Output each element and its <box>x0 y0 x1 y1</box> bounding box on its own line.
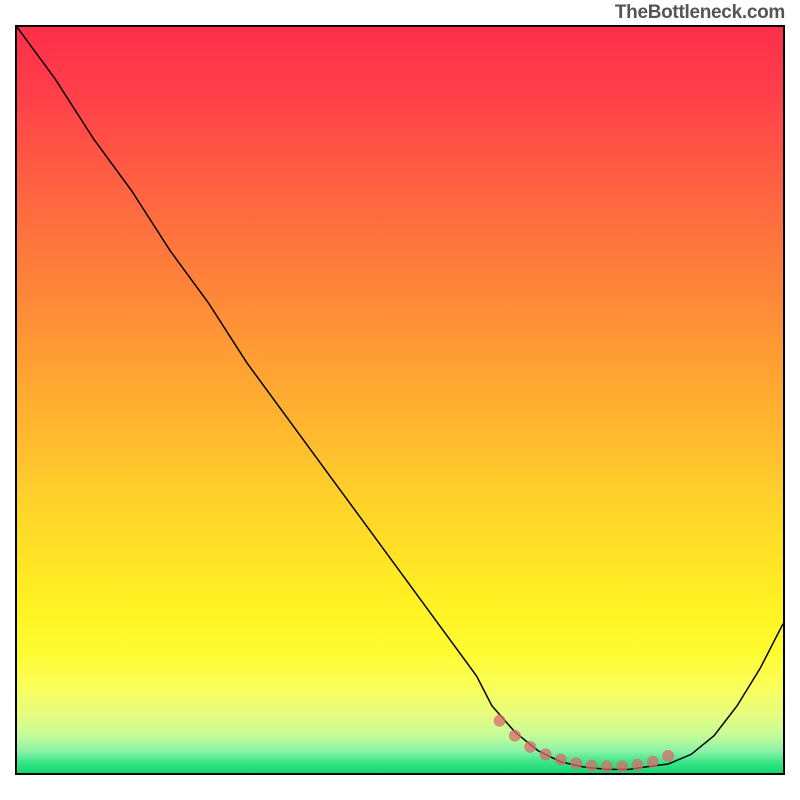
attribution-text: TheBottleneck.com <box>615 2 785 24</box>
plot-area <box>15 25 785 775</box>
chart-container: TheBottleneck.com <box>0 0 800 800</box>
gradient-background <box>17 27 783 773</box>
